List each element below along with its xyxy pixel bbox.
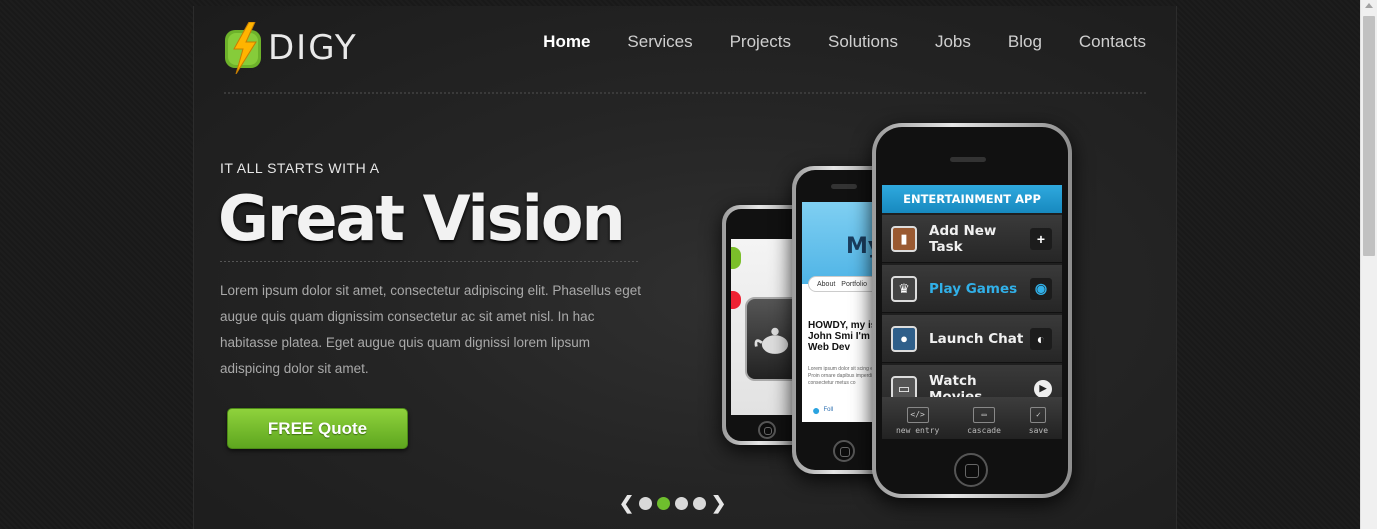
chat-icon: ● — [891, 325, 917, 352]
tab-about[interactable]: About — [817, 281, 835, 288]
nav-home[interactable]: Home — [543, 32, 590, 52]
toolbar-cascade[interactable]: ▭ cascade — [967, 407, 1001, 435]
hero-kicker: IT ALL STARTS WITH A — [220, 160, 380, 176]
slider-next-icon[interactable]: ❯ — [711, 494, 726, 512]
row-play-games[interactable]: ♛ Play Games ◉ — [882, 265, 1062, 313]
nav-contacts[interactable]: Contacts — [1079, 32, 1146, 52]
phone-middle-home-button — [833, 440, 855, 462]
toolbar-label: cascade — [967, 426, 1001, 435]
hero-title: Great Vision — [218, 182, 626, 255]
phone-front-screen: ENTERTAINMENT APP ▮ Add New Task + ♛ Pla… — [882, 185, 1062, 439]
scroll-thumb[interactable] — [1363, 16, 1375, 256]
nav-projects[interactable]: Projects — [730, 32, 791, 52]
follow-label[interactable]: Foll — [823, 407, 833, 413]
row-label: Play Games — [929, 280, 1018, 297]
lightning-logo-icon — [225, 22, 261, 74]
hero-divider — [220, 261, 638, 262]
tab-portfolio[interactable]: Portfolio — [841, 281, 867, 288]
main-nav: Home Services Projects Solutions Jobs Bl… — [506, 32, 1146, 52]
site-container: DIGY Home Services Projects Solutions Jo… — [193, 6, 1177, 529]
play-icon[interactable]: ▶ — [1034, 379, 1052, 398]
logo-text: DIGY — [268, 28, 358, 68]
app-toolbar: </> new entry ▭ cascade ✓ save — [882, 397, 1062, 439]
row-label: Launch Chat — [929, 330, 1024, 347]
row-add-new-task[interactable]: ▮ Add New Task + — [882, 215, 1062, 263]
nav-solutions[interactable]: Solutions — [828, 32, 898, 52]
toolbar-label: save — [1028, 426, 1049, 435]
toolbar-new-entry[interactable]: </> new entry — [896, 407, 939, 435]
slider-dot-1[interactable] — [639, 496, 653, 510]
code-icon: </> — [906, 407, 929, 423]
slider-dot-4[interactable] — [693, 496, 707, 510]
header-divider — [224, 92, 1146, 94]
twitter-bird-icon: ● — [812, 402, 821, 418]
save-icon: ✓ — [1030, 407, 1047, 423]
row-launch-chat[interactable]: ● Launch Chat ◐ — [882, 315, 1062, 363]
slider-navigation: ❮ ❯ — [619, 494, 726, 512]
slider-dot-3[interactable] — [675, 496, 689, 510]
slider-prev-icon[interactable]: ❮ — [619, 494, 634, 512]
phone-front-home-button — [954, 453, 988, 487]
gamepad-icon[interactable]: ◉ — [1030, 277, 1052, 300]
logo[interactable]: DIGY — [222, 20, 358, 76]
free-quote-button[interactable]: FREE Quote — [227, 408, 408, 449]
briefcase-icon: ▮ — [891, 225, 917, 252]
toolbar-save[interactable]: ✓ save — [1029, 407, 1048, 435]
toolbar-label: new entry — [895, 426, 940, 435]
app-title: ENTERTAINMENT APP — [882, 185, 1062, 213]
plus-icon[interactable]: + — [1030, 227, 1052, 250]
hero-description: Lorem ipsum dolor sit amet, consectetur … — [220, 283, 641, 376]
row-label: Add New Task — [929, 222, 997, 255]
site-header: DIGY Home Services Projects Solutions Jo… — [194, 6, 1176, 94]
cascade-icon: ▭ — [973, 407, 996, 423]
nav-services[interactable]: Services — [627, 32, 692, 52]
trophy-icon: ♛ — [891, 275, 917, 302]
slider-dot-2[interactable] — [657, 496, 671, 510]
vertical-scrollbar[interactable] — [1360, 0, 1377, 529]
nav-jobs[interactable]: Jobs — [935, 32, 971, 52]
scroll-up-arrow-icon[interactable] — [1365, 3, 1373, 8]
phone-back-home-button — [758, 421, 776, 439]
chat-bubbles-icon[interactable]: ◐ — [1030, 327, 1052, 350]
nav-blog[interactable]: Blog — [1008, 32, 1042, 52]
phone-front: ENTERTAINMENT APP ▮ Add New Task + ♛ Pla… — [872, 123, 1072, 498]
